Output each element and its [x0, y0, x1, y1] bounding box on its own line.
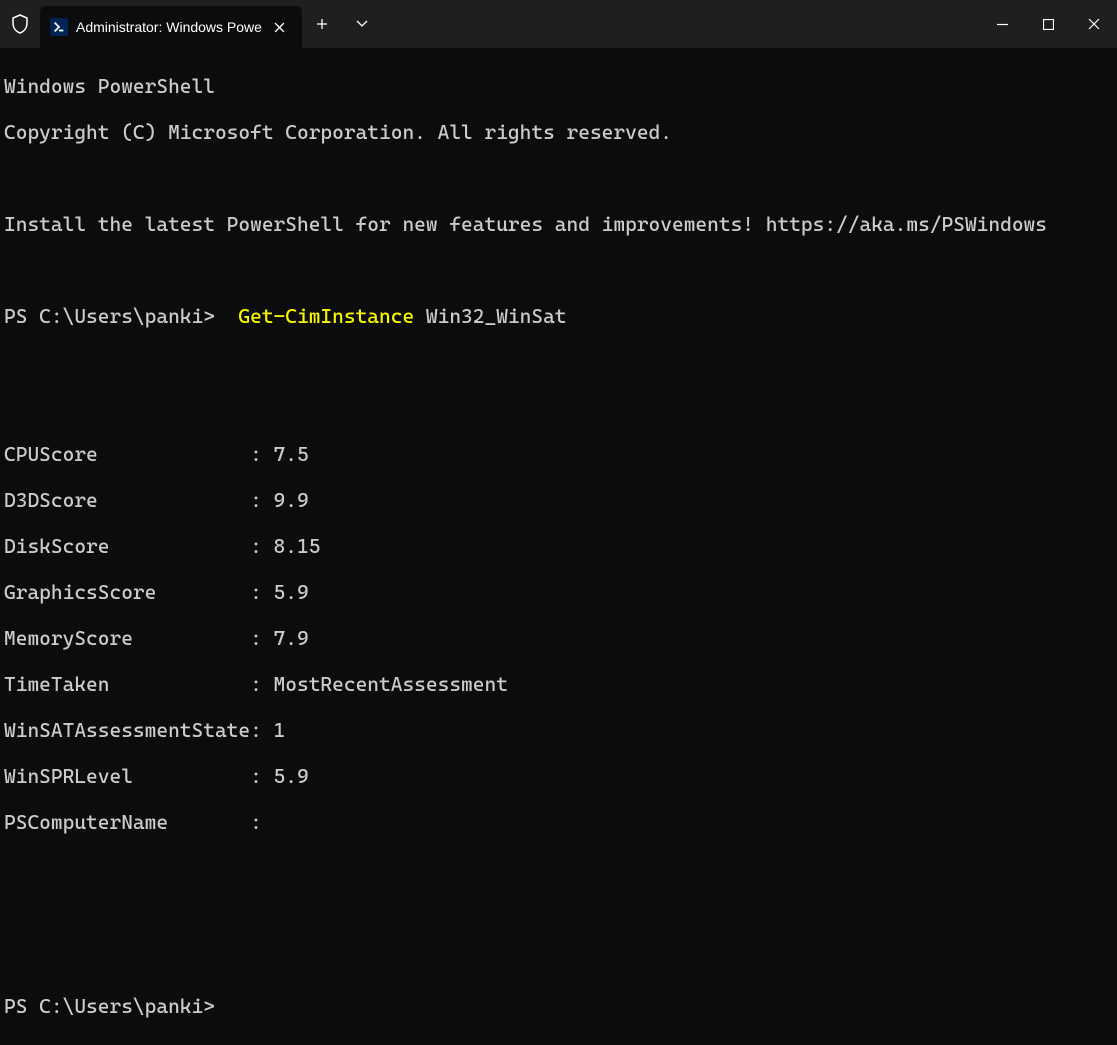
blank-line [4, 351, 1113, 374]
prompt: PS C:\Users\panki> [4, 994, 215, 1018]
output-row: WinSATAssessmentState: 1 [4, 719, 1113, 742]
output-row: PSComputerName: [4, 811, 1113, 834]
close-window-button[interactable] [1071, 0, 1117, 48]
banner-line: Windows PowerShell [4, 75, 1113, 98]
tab-title: Administrator: Windows Powe [76, 19, 262, 35]
terminal-content[interactable]: Windows PowerShell Copyright (C) Microso… [0, 48, 1117, 1045]
blank-line [4, 259, 1113, 282]
command-line: PS C:\Users\panki> Get-CimInstance Win32… [4, 305, 1113, 328]
banner-line: Copyright (C) Microsoft Corporation. All… [4, 121, 1113, 144]
shield-icon [0, 0, 40, 48]
blank-line [4, 857, 1113, 880]
prompt: PS C:\Users\panki> [4, 304, 215, 328]
cmdlet: Get-CimInstance [238, 304, 414, 328]
blank-line [4, 167, 1113, 190]
new-tab-button[interactable] [302, 0, 342, 48]
tab-powershell[interactable]: Administrator: Windows Powe [40, 6, 302, 48]
titlebar-drag-area[interactable] [382, 0, 979, 48]
close-tab-icon[interactable] [270, 17, 290, 37]
output-row: D3DScore: 9.9 [4, 489, 1113, 512]
blank-line [4, 397, 1113, 420]
output-row: TimeTaken: MostRecentAssessment [4, 673, 1113, 696]
output-row: MemoryScore: 7.9 [4, 627, 1113, 650]
output-row: WinSPRLevel: 5.9 [4, 765, 1113, 788]
tab-dropdown-button[interactable] [342, 0, 382, 48]
maximize-button[interactable] [1025, 0, 1071, 48]
minimize-button[interactable] [979, 0, 1025, 48]
window-controls [979, 0, 1117, 48]
titlebar: Administrator: Windows Powe [0, 0, 1117, 48]
prompt-line: PS C:\Users\panki> [4, 995, 1113, 1018]
output-row: CPUScore: 7.5 [4, 443, 1113, 466]
argument: Win32_WinSat [426, 304, 567, 328]
output-row: DiskScore: 8.15 [4, 535, 1113, 558]
powershell-icon [50, 18, 68, 36]
blank-line [4, 903, 1113, 926]
blank-line [4, 949, 1113, 972]
install-hint: Install the latest PowerShell for new fe… [4, 213, 1113, 236]
output-row: GraphicsScore: 5.9 [4, 581, 1113, 604]
